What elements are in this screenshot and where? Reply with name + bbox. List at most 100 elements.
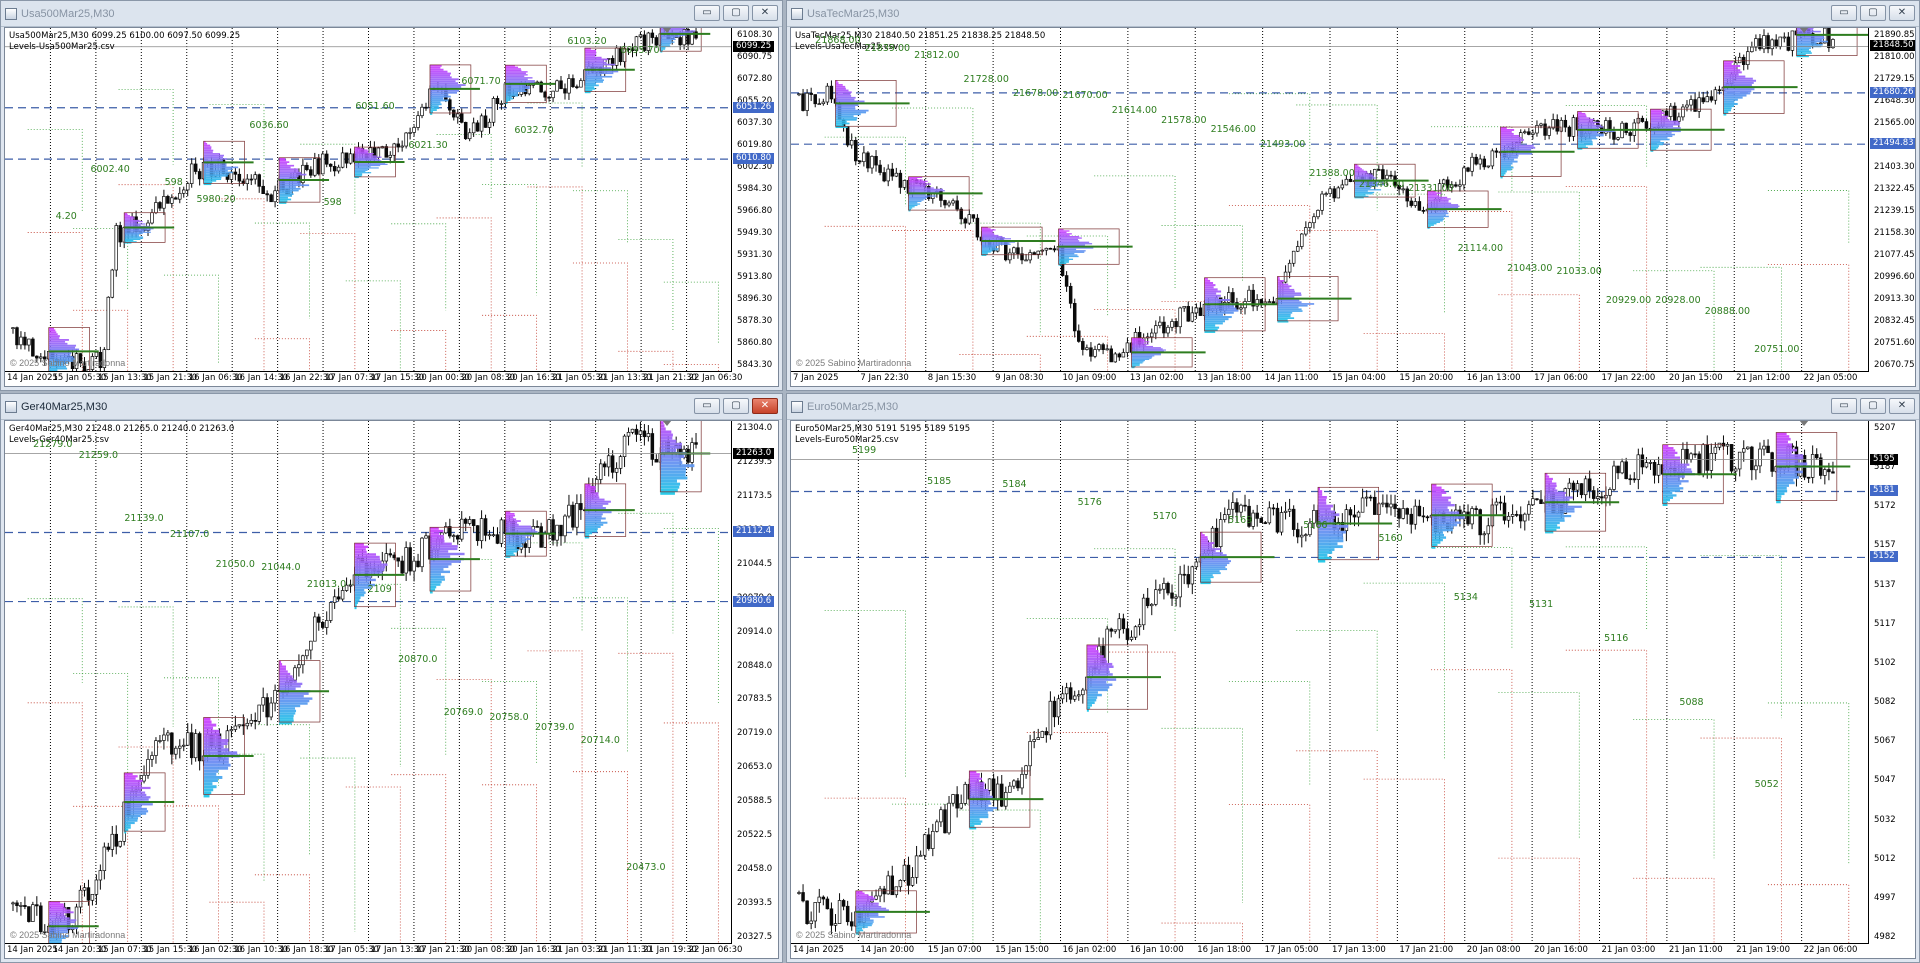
titlebar[interactable]: Euro50Mar25,M30 ▭ ▢ ✕	[787, 394, 1919, 420]
time-tick-label: 7 Jan 22:30	[860, 373, 909, 383]
price-chart[interactable]	[791, 421, 1915, 958]
candle	[237, 724, 242, 729]
maximize-button[interactable]: ▢	[723, 5, 749, 21]
close-button[interactable]: ✕	[752, 5, 778, 21]
chart-area[interactable]: Euro50Mar25,M30 5191 5195 5189 5195 Leve…	[790, 420, 1916, 959]
candle	[1697, 451, 1701, 476]
candle	[1064, 271, 1069, 292]
chart-shift-marker[interactable]	[662, 421, 672, 426]
candle	[1413, 499, 1418, 530]
time-tick-label: 22 Jan 06:30	[688, 945, 743, 955]
candle	[193, 729, 198, 762]
titlebar[interactable]: Usa500Mar25,M30 ▭ ▢ ✕	[1, 1, 782, 27]
minimize-button[interactable]: ▭	[1831, 398, 1857, 414]
candle	[1166, 324, 1170, 337]
candle	[1328, 186, 1332, 197]
price-chart[interactable]	[5, 28, 778, 386]
lower-level-box	[391, 330, 447, 372]
titlebar[interactable]: Ger40Mar25,M30 ▭ ▢ ✕	[1, 394, 782, 420]
lower-level-box	[1633, 877, 1715, 944]
level-label: 5088	[1679, 696, 1704, 708]
candle	[1048, 247, 1053, 250]
level-label: 20758.0	[489, 712, 529, 724]
candle	[898, 169, 903, 194]
level-label: 5160	[1378, 533, 1403, 545]
price-tick-label: 5896.30	[737, 294, 773, 304]
price-axis[interactable]: 21304.021239.521173.521109.021044.520979…	[731, 421, 778, 944]
candle	[805, 900, 809, 925]
chart-info: Usa500Mar25,M30 6099.25 6100.00 6097.50 …	[9, 31, 240, 53]
price-tick-label: 21565.00	[1874, 118, 1915, 128]
candle	[694, 432, 698, 449]
price-tick-label: 21158.30	[1874, 228, 1915, 238]
chart-shift-marker[interactable]	[662, 28, 672, 33]
candle	[626, 427, 631, 446]
candle	[495, 527, 500, 545]
price-chart[interactable]	[5, 421, 778, 958]
time-axis[interactable]: 7 Jan 2025 7 Jan 22:30 8 Jan 15:30 9 Jan 08…	[791, 371, 1869, 386]
candle	[1401, 500, 1405, 520]
candle	[1182, 564, 1186, 585]
candle	[1725, 442, 1730, 455]
minimize-button[interactable]: ▭	[694, 5, 720, 21]
candle	[1150, 602, 1154, 616]
lower-level-box	[209, 198, 265, 372]
time-tick-label: 21 Jan 03:00	[1601, 945, 1656, 955]
price-axis[interactable]: 21890.85 21810.00 21729.15 21648.30 21565.00…	[1868, 28, 1915, 372]
close-button[interactable]: ✕	[752, 398, 778, 414]
chart-window-ger40[interactable]: Ger40Mar25,M30 ▭ ▢ ✕ Ger40Mar25,M30 2124…	[0, 393, 783, 963]
time-axis[interactable]: 14 Jan 2025 14 Jan 20:30 15 Jan 07:30 15 Ja…	[5, 943, 742, 958]
candle	[1490, 148, 1495, 170]
candle	[273, 185, 277, 208]
chart-shift-marker[interactable]	[1799, 28, 1809, 33]
time-axis[interactable]: 14 Jan 2025 14 Jan 20:00 15 Jan 07:00 15 Ja…	[791, 943, 1869, 958]
candle	[1287, 498, 1292, 517]
chart-area[interactable]: Usa500Mar25,M30 6099.25 6100.00 6097.50 …	[4, 27, 779, 387]
upper-level-box	[254, 724, 310, 855]
minimize-button[interactable]: ▭	[1831, 5, 1857, 21]
close-button[interactable]: ✕	[1889, 398, 1915, 414]
candle	[1072, 690, 1077, 702]
chart-area[interactable]: UsaTecMar25,M30 21840.50 21851.25 21838.…	[790, 27, 1916, 387]
maximize-button[interactable]: ▢	[1860, 398, 1886, 414]
upper-level-box	[482, 184, 538, 296]
time-tick-label: 17 Jan 21:00	[1399, 945, 1454, 955]
upper-level-box	[1700, 266, 1782, 372]
candle	[1750, 41, 1754, 53]
upper-level-box	[1633, 270, 1715, 372]
candle	[1377, 165, 1381, 171]
candle	[1766, 32, 1770, 54]
candle	[1178, 306, 1182, 334]
candle	[309, 640, 313, 660]
candle	[1052, 696, 1057, 728]
candle	[257, 704, 261, 725]
chart-window-usatec[interactable]: UsaTecMar25,M30 ▭ ▢ ✕ UsaTecMar25,M30 21…	[786, 0, 1920, 391]
candle	[1040, 730, 1045, 738]
price-axis[interactable]: 5207 5187 5172 5157 5137 5117 5102 5082 5067 5047…	[1868, 421, 1915, 944]
candle	[1316, 209, 1320, 220]
price-chart[interactable]	[791, 28, 1915, 386]
price-axis[interactable]: 6108.306090.756072.806055.206037.306019.…	[731, 28, 778, 372]
close-button[interactable]: ✕	[1889, 5, 1915, 21]
minimize-button[interactable]: ▭	[694, 398, 720, 414]
maximize-button[interactable]: ▢	[723, 398, 749, 414]
maximize-button[interactable]: ▢	[1860, 5, 1886, 21]
candle	[571, 501, 575, 531]
lower-level-box	[572, 262, 628, 372]
titlebar[interactable]: UsaTecMar25,M30 ▭ ▢ ✕	[787, 1, 1919, 27]
time-tick-label: 13 Jan 18:00	[1197, 373, 1252, 383]
time-axis[interactable]: 14 Jan 2025 15 Jan 05:30 15 Jan 13:30 15 Ja…	[5, 371, 742, 386]
candle	[1502, 495, 1507, 525]
chart-window-euro50[interactable]: Euro50Mar25,M30 ▭ ▢ ✕ Euro50Mar25,M30 51…	[786, 393, 1920, 963]
candle	[1024, 764, 1028, 779]
chart-area[interactable]: Ger40Mar25,M30 21248.0 21265.0 21240.0 2…	[4, 420, 779, 959]
candle	[1348, 507, 1353, 525]
candle	[1267, 501, 1272, 525]
candle	[1628, 130, 1632, 142]
chart-window-usa500[interactable]: Usa500Mar25,M30 ▭ ▢ ✕ Usa500Mar25,M30 60…	[0, 0, 783, 391]
chart-shift-marker[interactable]	[1799, 421, 1809, 426]
chart-info: Euro50Mar25,M30 5191 5195 5189 5195 Leve…	[795, 424, 970, 446]
candle	[376, 146, 381, 161]
level-label: 21114.00	[1457, 243, 1503, 255]
candle	[1255, 504, 1259, 527]
